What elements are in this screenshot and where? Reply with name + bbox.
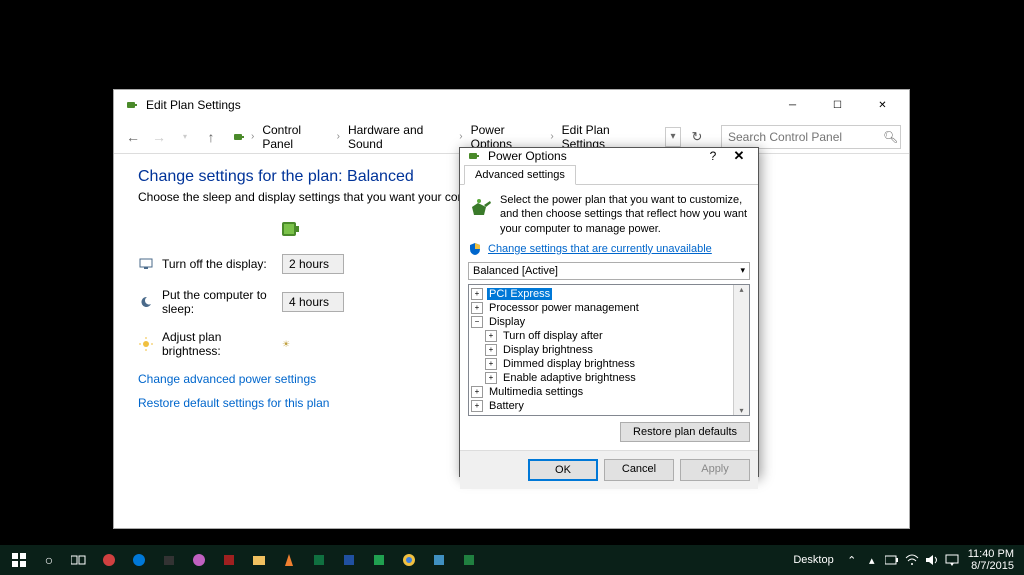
sleep-label: Put the computer to sleep: — [162, 288, 282, 316]
moon-icon — [138, 294, 154, 310]
taskbar-app-acrobat[interactable] — [214, 545, 244, 575]
dialog-titlebar: Power Options ? ✕ — [460, 148, 758, 164]
tree-item-dimmed-brightness[interactable]: +Dimmed display brightness — [471, 357, 747, 371]
taskbar-app-explorer[interactable] — [244, 545, 274, 575]
expand-icon[interactable]: + — [471, 288, 483, 300]
expand-icon[interactable]: + — [471, 400, 483, 412]
forward-button[interactable]: → — [148, 126, 170, 148]
cancel-button[interactable]: Cancel — [604, 459, 674, 481]
tree-item-turn-off-display[interactable]: +Turn off display after — [471, 329, 747, 343]
taskbar-app-excel[interactable] — [304, 545, 334, 575]
task-view-icon[interactable] — [64, 545, 94, 575]
back-button[interactable]: ← — [122, 126, 144, 148]
tree-item-display[interactable]: −Display — [471, 315, 747, 329]
plan-select[interactable]: Balanced [Active]▾ — [468, 262, 750, 280]
dialog-footer: OK Cancel Apply — [460, 450, 758, 489]
display-off-select[interactable]: 2 hours — [282, 254, 344, 274]
cortana-icon[interactable]: ○ — [34, 545, 64, 575]
minimize-button[interactable]: ─ — [770, 91, 815, 119]
restore-plan-defaults-button[interactable]: Restore plan defaults — [620, 422, 750, 442]
collapse-icon[interactable]: − — [471, 316, 483, 328]
settings-tree[interactable]: +PCI Express +Processor power management… — [468, 284, 750, 416]
dialog-info-text: Select the power plan that you want to c… — [500, 193, 750, 236]
window-title: Edit Plan Settings — [146, 98, 770, 112]
search-input[interactable] — [728, 130, 883, 144]
breadcrumb-item[interactable]: Control Panel — [258, 121, 332, 153]
expand-icon[interactable]: + — [471, 386, 483, 398]
taskbar-app-ccleaner[interactable] — [94, 545, 124, 575]
sun-small-icon: ☀ — [282, 339, 290, 350]
start-button[interactable] — [4, 545, 34, 575]
desktop-label[interactable]: Desktop — [793, 554, 833, 566]
taskbar-app-generic2[interactable] — [454, 545, 484, 575]
help-button[interactable]: ? — [700, 149, 726, 163]
dialog-body: Select the power plan that you want to c… — [460, 185, 758, 450]
search-icon: 🔍︎ — [883, 130, 898, 144]
display-off-label: Turn off the display: — [162, 257, 282, 271]
change-unavailable-link[interactable]: Change settings that are currently unava… — [488, 243, 712, 255]
power-options-icon — [466, 148, 482, 164]
tree-item-processor[interactable]: +Processor power management — [471, 301, 747, 315]
refresh-button[interactable]: ↻ — [685, 125, 709, 149]
tray-battery-icon[interactable] — [882, 545, 902, 575]
expand-icon[interactable]: + — [485, 358, 497, 370]
tray-chevron-icon[interactable]: ⌃ — [842, 545, 862, 575]
address-dropdown[interactable]: ▾ — [665, 127, 681, 147]
tree-item-display-brightness[interactable]: +Display brightness — [471, 343, 747, 357]
up-button[interactable]: ↑ — [200, 126, 222, 148]
recent-dropdown[interactable]: ▾ — [174, 126, 196, 148]
tray-volume-icon[interactable] — [922, 545, 942, 575]
apply-button[interactable]: Apply — [680, 459, 750, 481]
power-options-dialog: Power Options ? ✕ Advanced settings Sele… — [459, 147, 759, 477]
taskbar-app-store[interactable] — [154, 545, 184, 575]
expand-icon[interactable]: + — [471, 302, 483, 314]
tree-scrollbar[interactable]: ▴▾ — [733, 285, 749, 415]
tray-people-icon[interactable]: ▴ — [862, 545, 882, 575]
taskbar-app-generic1[interactable] — [424, 545, 454, 575]
taskbar-app-vlc[interactable] — [274, 545, 304, 575]
power-plan-icon — [124, 97, 140, 113]
expand-icon[interactable]: + — [485, 344, 497, 356]
expand-icon[interactable]: + — [485, 330, 497, 342]
tree-item-adaptive-brightness[interactable]: +Enable adaptive brightness — [471, 371, 747, 385]
tree-item-multimedia[interactable]: +Multimedia settings — [471, 385, 747, 399]
maximize-button[interactable]: ☐ — [815, 91, 860, 119]
expand-icon[interactable]: + — [485, 372, 497, 384]
search-box[interactable]: 🔍︎ — [721, 125, 901, 149]
taskbar-app-spotify[interactable] — [364, 545, 394, 575]
titlebar: Edit Plan Settings ─ ☐ ✕ — [114, 90, 909, 120]
tab-strip: Advanced settings — [460, 164, 758, 185]
taskbar-app-itunes[interactable] — [184, 545, 214, 575]
sun-icon — [138, 336, 154, 352]
shield-icon — [468, 242, 482, 256]
monitor-icon — [138, 256, 154, 272]
tray-wifi-icon[interactable] — [902, 545, 922, 575]
dialog-close-button[interactable]: ✕ — [726, 148, 752, 164]
power-plan-icon — [231, 129, 247, 145]
taskbar-app-edge[interactable] — [124, 545, 154, 575]
sleep-select[interactable]: 4 hours — [282, 292, 344, 312]
tree-item-battery[interactable]: +Battery — [471, 399, 747, 413]
taskbar-app-word[interactable] — [334, 545, 364, 575]
taskbar-app-chrome[interactable] — [394, 545, 424, 575]
tab-advanced-settings[interactable]: Advanced settings — [464, 165, 576, 185]
tray-action-center-icon[interactable] — [942, 545, 962, 575]
watering-can-icon — [468, 193, 494, 236]
brightness-label: Adjust plan brightness: — [162, 330, 282, 358]
dialog-title: Power Options — [488, 149, 700, 163]
breadcrumb-item[interactable]: Hardware and Sound — [344, 121, 455, 153]
taskbar-clock[interactable]: 11:40 PM 8/7/2015 — [962, 548, 1020, 572]
tree-item-pci-express[interactable]: +PCI Express — [471, 287, 747, 301]
close-button[interactable]: ✕ — [860, 91, 905, 119]
taskbar: ○ Desktop ⌃ ▴ 11:40 PM 8/7/2015 — [0, 545, 1024, 575]
ok-button[interactable]: OK — [528, 459, 598, 481]
